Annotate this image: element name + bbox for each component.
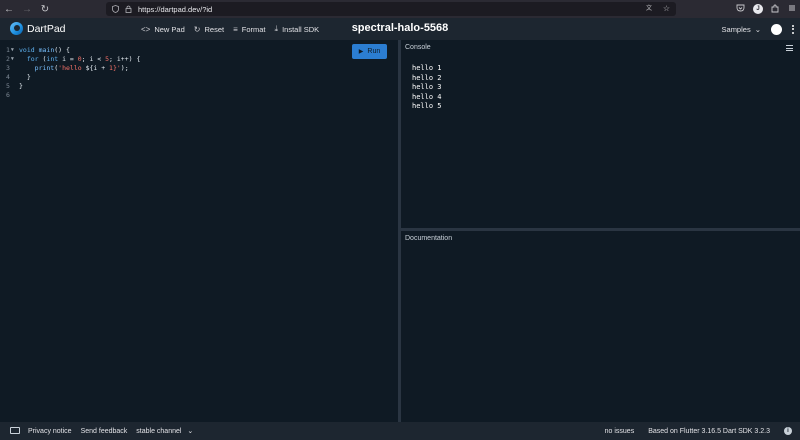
line-number: 2 ▼ bbox=[6, 55, 14, 64]
code-line: void main() { bbox=[19, 46, 70, 54]
console-line: hello 3 bbox=[412, 83, 442, 91]
play-icon: ▶ bbox=[358, 49, 364, 55]
code-icon: <> bbox=[141, 24, 151, 34]
app-name: DartPad bbox=[27, 22, 66, 35]
reset-label: Reset bbox=[204, 24, 225, 34]
code-content[interactable]: void main() { for (int i = 0; i < 5; i++… bbox=[19, 46, 140, 100]
line-number: 4 bbox=[6, 73, 10, 81]
format-label: Format bbox=[241, 24, 266, 34]
reset-button[interactable]: ↻ Reset bbox=[194, 25, 224, 34]
svg-text:文: 文 bbox=[646, 4, 652, 12]
install-sdk-label: Install SDK bbox=[282, 24, 320, 34]
url-text: https://dartpad.dev/?id bbox=[138, 4, 213, 14]
documentation-panel: Documentation bbox=[401, 231, 800, 422]
line-number-gutter: 1 ▼ 2 ▼ 3 4 5 6 bbox=[0, 46, 16, 100]
console-title: Console bbox=[405, 44, 431, 51]
dart-logo-icon bbox=[10, 22, 23, 35]
code-editor[interactable]: 1 ▼ 2 ▼ 3 4 5 6 void main() { for (int i = 0; i… bbox=[0, 40, 398, 422]
pocket-icon[interactable] bbox=[736, 4, 745, 14]
code-line: } bbox=[19, 73, 31, 81]
code-line: print('hello ${i + 1}'); bbox=[34, 64, 129, 72]
app-menu-icon[interactable] bbox=[788, 4, 796, 14]
status-bar: Privacy notice Send feedback stable chan… bbox=[0, 422, 800, 440]
chevron-down-icon: ⌄ bbox=[187, 428, 194, 435]
run-label: Run bbox=[367, 48, 381, 55]
pad-title: spectral-halo-5568 bbox=[351, 22, 449, 34]
channel-label: stable channel bbox=[136, 428, 182, 435]
extensions-icon[interactable] bbox=[771, 4, 780, 15]
sdk-version-info: Based on Flutter 3.16.5 Dart SDK 3.2.3 bbox=[648, 427, 770, 435]
address-bar[interactable]: https://dartpad.dev/?id 文 ☆ bbox=[106, 2, 676, 16]
console-menu-icon[interactable] bbox=[786, 45, 793, 51]
browser-toolbar: ← → ↻ https://dartpad.dev/?id 文 ☆ J bbox=[0, 0, 800, 18]
console-output: hello 1 hello 2 hello 3 hello 4 hello 5 bbox=[412, 64, 442, 112]
console-line: hello 1 bbox=[412, 64, 442, 72]
refresh-icon: ↻ bbox=[193, 24, 201, 34]
app-header: DartPad <> New Pad ↻ Reset ≡ Format ⤓ In… bbox=[0, 18, 800, 40]
bookmark-star-icon[interactable]: ☆ bbox=[663, 4, 670, 14]
fold-toggle-icon[interactable]: ▼ bbox=[11, 55, 14, 64]
documentation-title: Documentation bbox=[405, 235, 453, 242]
samples-label: Samples bbox=[721, 24, 751, 34]
send-feedback-link[interactable]: Send feedback bbox=[81, 428, 128, 435]
account-avatar[interactable]: J bbox=[753, 4, 763, 14]
translate-icon[interactable]: 文 bbox=[646, 4, 655, 14]
code-line: for (int i = 0; i < 5; i++) { bbox=[26, 55, 141, 63]
console-panel: Console hello 1 hello 2 hello 3 hello 4 hell… bbox=[401, 40, 800, 228]
shield-icon bbox=[112, 5, 119, 13]
chevron-down-icon: ⌄ bbox=[754, 24, 761, 34]
console-line: hello 5 bbox=[412, 102, 442, 110]
line-number: 6 bbox=[6, 91, 10, 99]
download-icon: ⤓ bbox=[274, 24, 279, 33]
privacy-notice-link[interactable]: Privacy notice bbox=[28, 428, 72, 435]
toolbar: <> New Pad ↻ Reset ≡ Format ⤓ Install SD… bbox=[141, 18, 319, 40]
samples-dropdown[interactable]: Samples ⌄ bbox=[722, 25, 761, 34]
dartpad-logo[interactable]: DartPad bbox=[10, 22, 66, 35]
keyboard-icon[interactable] bbox=[10, 427, 20, 434]
lock-icon bbox=[125, 5, 132, 13]
install-sdk-button[interactable]: ⤓ Install SDK bbox=[275, 24, 320, 34]
channel-dropdown[interactable]: stable channel ⌄ bbox=[136, 427, 193, 435]
more-vert-icon[interactable] bbox=[792, 24, 794, 34]
fold-toggle-icon[interactable]: ▼ bbox=[11, 46, 14, 55]
github-icon[interactable] bbox=[771, 23, 782, 35]
run-button[interactable]: ▶ Run bbox=[352, 44, 387, 59]
line-number: 3 bbox=[6, 64, 10, 72]
console-line: hello 4 bbox=[412, 92, 442, 101]
issues-status: no issues bbox=[604, 427, 635, 435]
format-icon: ≡ bbox=[233, 24, 238, 34]
console-line: hello 2 bbox=[412, 73, 442, 82]
info-icon[interactable]: i bbox=[784, 427, 792, 435]
back-icon[interactable]: ← bbox=[0, 0, 18, 18]
code-line: } bbox=[19, 82, 23, 90]
new-pad-button[interactable]: <> New Pad bbox=[141, 25, 185, 34]
forward-icon[interactable]: → bbox=[18, 0, 36, 18]
new-pad-label: New Pad bbox=[154, 24, 185, 34]
line-number: 1 ▼ bbox=[6, 46, 14, 55]
reload-icon[interactable]: ↻ bbox=[36, 0, 54, 18]
format-button[interactable]: ≡ Format bbox=[233, 25, 265, 34]
line-number: 5 bbox=[6, 82, 10, 90]
